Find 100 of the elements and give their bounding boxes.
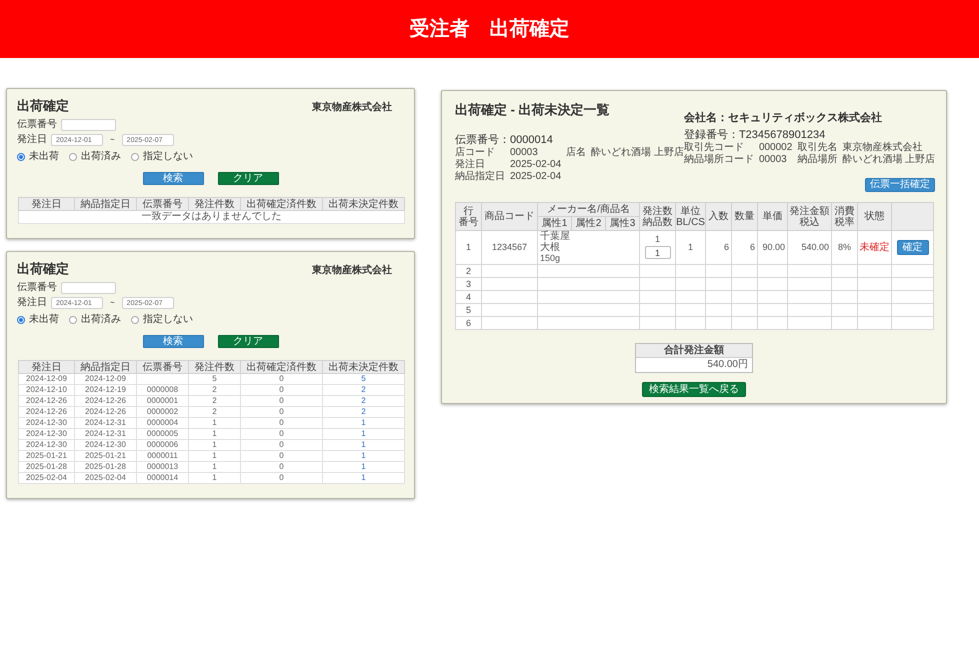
maker-name: 千葉屋: [540, 231, 571, 242]
page-title: 受注者 出荷確定: [410, 17, 570, 41]
table-cell: 0000002: [136, 406, 188, 418]
table-cell: 2025-01-28: [74, 462, 136, 472]
table-cell: 6: [732, 230, 758, 264]
back-button[interactable]: 検索結果一覧へ戻る: [642, 382, 746, 397]
table-cell: 1: [188, 440, 240, 450]
column-header: 発注件数: [188, 360, 240, 374]
clear-button[interactable]: クリア: [218, 172, 278, 185]
clear-button[interactable]: クリア: [218, 335, 278, 348]
table-cell: 2024-12-26: [74, 396, 136, 406]
info-label: 取引先名: [797, 142, 838, 154]
info-label: 発注日: [455, 159, 486, 170]
radio-label[interactable]: 出荷済み: [81, 151, 121, 163]
search-button[interactable]: 検索: [142, 335, 204, 348]
table-cell: 2024-12-09: [18, 374, 74, 384]
radio-label[interactable]: 指定しない: [143, 151, 193, 163]
count-link[interactable]: 1: [361, 429, 366, 438]
info-value: 酔いどれ酒場 上野店: [591, 147, 684, 159]
radio-button[interactable]: [69, 316, 77, 324]
table-cell: 1: [676, 230, 706, 264]
table-cell: 0000004: [136, 418, 188, 428]
column-header: 伝票番号: [136, 198, 188, 210]
table-cell: 6: [706, 230, 732, 264]
table-cell: 1: [188, 428, 240, 440]
column-header: 発注数 納品数: [640, 202, 676, 230]
column-header: 発注金額 税込: [788, 202, 832, 230]
radio-button[interactable]: [17, 316, 25, 324]
table-cell: 2: [188, 396, 240, 406]
table-cell: 0000014: [136, 472, 188, 484]
company-name: 東京物産株式会社: [312, 265, 392, 277]
sub-column-header: 属性3: [606, 216, 640, 230]
table-cell: 2024-12-10: [18, 384, 74, 396]
radio-button[interactable]: [131, 316, 139, 324]
company-name: 会社名：セキュリティボックス株式会社: [684, 111, 883, 126]
sub-column-header: 属性2: [572, 216, 606, 230]
table-cell: 0000013: [136, 462, 188, 472]
bulk-confirm-button[interactable]: 伝票一括確定: [865, 178, 936, 192]
column-header: 納品指定日: [74, 198, 136, 210]
table-cell: 5: [188, 374, 240, 384]
count-link[interactable]: 1: [361, 473, 366, 482]
info-label: 取引先コード: [684, 142, 745, 153]
table-cell: 2024-12-30: [18, 428, 74, 440]
radio-button[interactable]: [69, 153, 77, 161]
info-value: 000002: [758, 142, 792, 154]
table-cell: 5: [456, 304, 482, 316]
table-cell: 1234567: [482, 230, 538, 264]
column-header: 伝票番号: [136, 360, 188, 374]
total-label: 合計発注金額: [636, 344, 752, 358]
company-name: 東京物産株式会社: [312, 102, 392, 114]
slip-number-input[interactable]: [61, 282, 116, 294]
range-separator: ~: [109, 298, 116, 308]
column-header: メーカー名/商品名: [538, 202, 640, 216]
column-header: 数量: [732, 202, 758, 230]
column-header: 状態: [858, 202, 892, 230]
radio-button[interactable]: [131, 153, 139, 161]
count-link[interactable]: 1: [361, 440, 366, 449]
empty-message: 一致データはありませんでした: [142, 211, 282, 222]
info-value: 00003: [758, 154, 788, 166]
info-value: 2025-02-04: [510, 159, 562, 171]
radio-button[interactable]: [17, 153, 25, 161]
column-header: 入数: [706, 202, 732, 230]
table-cell: 2024-12-26: [74, 406, 136, 418]
radio-label[interactable]: 指定しない: [143, 314, 193, 326]
product-name: 大根: [540, 242, 561, 253]
table-cell: 1: [188, 472, 240, 484]
field-label: 伝票番号: [17, 282, 57, 294]
count-link[interactable]: 2: [361, 396, 366, 405]
column-header: 単価: [758, 202, 788, 230]
search-button[interactable]: 検索: [142, 172, 204, 185]
field-label: 伝票番号: [17, 119, 57, 131]
table-cell: 6: [456, 316, 482, 330]
radio-label[interactable]: 出荷済み: [81, 314, 121, 326]
count-link[interactable]: 5: [361, 374, 366, 383]
table-cell: 2025-02-04: [18, 472, 74, 484]
confirm-button[interactable]: 確定: [896, 240, 929, 255]
info-label: 納品場所: [797, 154, 838, 166]
count-link[interactable]: 2: [361, 385, 366, 394]
table-cell: 0: [240, 374, 322, 384]
column-header: 発注日: [18, 198, 74, 210]
delivery-quantity-input[interactable]: 1: [644, 246, 671, 259]
column-header: 単位 BL/CS: [676, 202, 706, 230]
slip-number-input[interactable]: [61, 119, 116, 131]
info-value: 東京物産株式会社: [842, 142, 924, 154]
table-cell: 540.00: [788, 230, 832, 264]
count-link[interactable]: 1: [361, 451, 366, 460]
table-cell: 1: [188, 418, 240, 428]
info-value: 酔いどれ酒場 上野店: [842, 154, 936, 166]
table-cell: 0: [240, 418, 322, 428]
radio-label[interactable]: 未出荷: [29, 151, 59, 163]
order-quantity: 1: [654, 234, 662, 245]
count-link[interactable]: 2: [361, 407, 366, 416]
range-separator: ~: [109, 135, 116, 145]
table-cell: 2024-12-26: [18, 406, 74, 418]
radio-label[interactable]: 未出荷: [29, 314, 59, 326]
table-cell: 2024-12-19: [74, 384, 136, 396]
count-link[interactable]: 1: [361, 418, 366, 427]
count-link[interactable]: 1: [361, 462, 366, 471]
table-cell: 1: [188, 450, 240, 462]
info-label: 納品場所コード: [684, 154, 754, 166]
